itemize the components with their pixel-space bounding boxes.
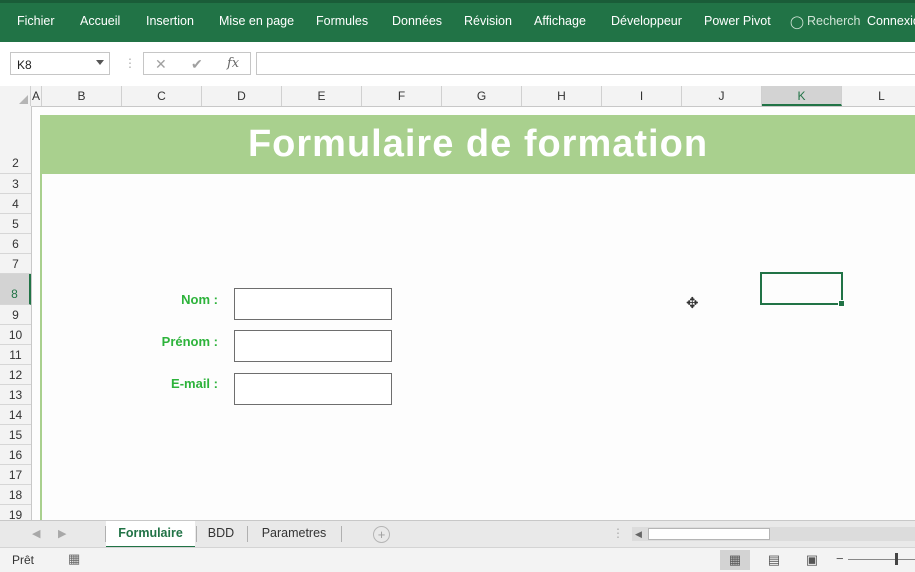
- sheet-tab-bar: ◀ ▶ Formulaire BDD Parametres + ⋮ ◀: [0, 520, 915, 549]
- lightbulb-icon[interactable]: ◯: [790, 14, 804, 29]
- menu-mise-en-page[interactable]: Mise en page: [219, 14, 294, 28]
- row-headers: 2 3 4 5 6 7 8 9 10 11 12 13 14 15 16 17 …: [0, 106, 32, 522]
- drag-handle-icon[interactable]: ⋮: [124, 56, 136, 70]
- row-header-7[interactable]: 7: [0, 254, 31, 274]
- column-header-k[interactable]: K: [762, 86, 842, 106]
- macro-record-icon[interactable]: ▦: [68, 551, 80, 567]
- zoom-out-icon[interactable]: −: [836, 551, 844, 566]
- tab-scroll-right-icon[interactable]: ▶: [58, 527, 66, 540]
- cancel-icon[interactable]: ✕: [155, 56, 167, 73]
- menu-power-pivot[interactable]: Power Pivot: [704, 14, 771, 28]
- sheet-left-border: [40, 115, 42, 520]
- row-header-9[interactable]: 9: [0, 305, 31, 325]
- tab-scroll-left-icon[interactable]: ◀: [32, 527, 40, 540]
- row-header-2[interactable]: 2: [0, 106, 31, 174]
- scroll-left-icon[interactable]: ◀: [635, 529, 642, 540]
- row-header-5[interactable]: 5: [0, 214, 31, 234]
- name-box[interactable]: K8: [10, 52, 110, 75]
- connect-button[interactable]: Connexio: [867, 14, 915, 28]
- normal-view-icon[interactable]: ▦: [720, 550, 750, 570]
- row-header-14[interactable]: 14: [0, 405, 31, 425]
- menu-fichier[interactable]: Fichier: [17, 14, 55, 28]
- tab-parametres[interactable]: Parametres: [248, 521, 340, 546]
- zoom-slider-track[interactable]: [848, 559, 915, 560]
- field-label-email: E-mail :: [171, 376, 218, 391]
- field-label-nom: Nom :: [181, 292, 218, 307]
- row-header-17[interactable]: 17: [0, 465, 31, 485]
- row-header-3[interactable]: 3: [0, 174, 31, 194]
- menu-revision[interactable]: Révision: [464, 14, 512, 28]
- row-header-11[interactable]: 11: [0, 345, 31, 365]
- form-title-banner: Formulaire de formation: [41, 115, 915, 174]
- row-header-4[interactable]: 4: [0, 194, 31, 214]
- row-header-13[interactable]: 13: [0, 385, 31, 405]
- formula-buttons: ✕ ✔ fx: [143, 52, 251, 75]
- menu-formules[interactable]: Formules: [316, 14, 368, 28]
- row-header-8[interactable]: 8: [0, 274, 31, 305]
- search-tell-me[interactable]: Recherch: [807, 14, 861, 28]
- tab-separator: [341, 526, 342, 542]
- ribbon-menu-bar: Fichier Accueil Insertion Mise en page F…: [0, 0, 915, 42]
- column-header-c[interactable]: C: [122, 86, 202, 106]
- name-box-value: K8: [17, 58, 32, 72]
- row-header-6[interactable]: 6: [0, 234, 31, 254]
- title-strip: [0, 0, 915, 3]
- column-header-g[interactable]: G: [442, 86, 522, 106]
- column-header-a[interactable]: A: [31, 86, 42, 106]
- formula-bar-area: K8 ⋮ ✕ ✔ fx: [0, 42, 915, 87]
- menu-developpeur[interactable]: Développeur: [611, 14, 682, 28]
- active-cell-k8[interactable]: [760, 272, 845, 307]
- column-header-h[interactable]: H: [522, 86, 602, 106]
- chevron-down-icon[interactable]: [96, 60, 104, 65]
- row-header-10[interactable]: 10: [0, 325, 31, 345]
- column-header-l[interactable]: L: [842, 86, 915, 106]
- field-input-nom[interactable]: [234, 288, 392, 320]
- column-header-e[interactable]: E: [282, 86, 362, 106]
- status-bar: Prêt ▦ ▦ ▤ ▣ −: [0, 547, 915, 572]
- row-header-12[interactable]: 12: [0, 365, 31, 385]
- column-header-j[interactable]: J: [682, 86, 762, 106]
- cell-cursor-icon: ✥: [686, 295, 699, 312]
- menu-affichage[interactable]: Affichage: [534, 14, 586, 28]
- field-input-email[interactable]: [234, 373, 392, 405]
- horizontal-scrollbar[interactable]: ◀: [632, 527, 915, 541]
- form-title: Formulaire de formation: [247, 123, 709, 165]
- page-layout-view-icon[interactable]: ▤: [759, 550, 789, 570]
- tab-bdd[interactable]: BDD: [197, 521, 245, 546]
- insert-function-icon[interactable]: fx: [227, 56, 239, 71]
- column-header-f[interactable]: F: [362, 86, 442, 106]
- fill-handle[interactable]: [838, 300, 845, 307]
- enter-icon[interactable]: ✔: [191, 56, 203, 73]
- row-header-15[interactable]: 15: [0, 425, 31, 445]
- scrollbar-thumb[interactable]: [648, 528, 770, 540]
- split-handle-icon[interactable]: ⋮: [612, 526, 624, 540]
- formula-input[interactable]: [256, 52, 915, 75]
- page-break-view-icon[interactable]: ▣: [797, 550, 827, 570]
- add-sheet-icon[interactable]: +: [373, 526, 390, 543]
- row-header-18[interactable]: 18: [0, 485, 31, 505]
- column-header-i[interactable]: I: [602, 86, 682, 106]
- column-header-d[interactable]: D: [202, 86, 282, 106]
- row-header-16[interactable]: 16: [0, 445, 31, 465]
- column-headers: A B C D E F G H I J K L: [0, 86, 915, 107]
- row-header-19[interactable]: 19: [0, 505, 31, 522]
- select-all-corner[interactable]: [0, 86, 31, 106]
- tab-formulaire[interactable]: Formulaire: [106, 521, 195, 549]
- menu-donnees[interactable]: Données: [392, 14, 442, 28]
- zoom-slider-thumb[interactable]: [895, 553, 898, 565]
- menu-insertion[interactable]: Insertion: [146, 14, 194, 28]
- status-ready: Prêt: [12, 553, 35, 567]
- menu-accueil[interactable]: Accueil: [80, 14, 120, 28]
- field-label-prenom: Prénom :: [161, 334, 218, 349]
- column-header-b[interactable]: B: [42, 86, 122, 106]
- field-input-prenom[interactable]: [234, 330, 392, 362]
